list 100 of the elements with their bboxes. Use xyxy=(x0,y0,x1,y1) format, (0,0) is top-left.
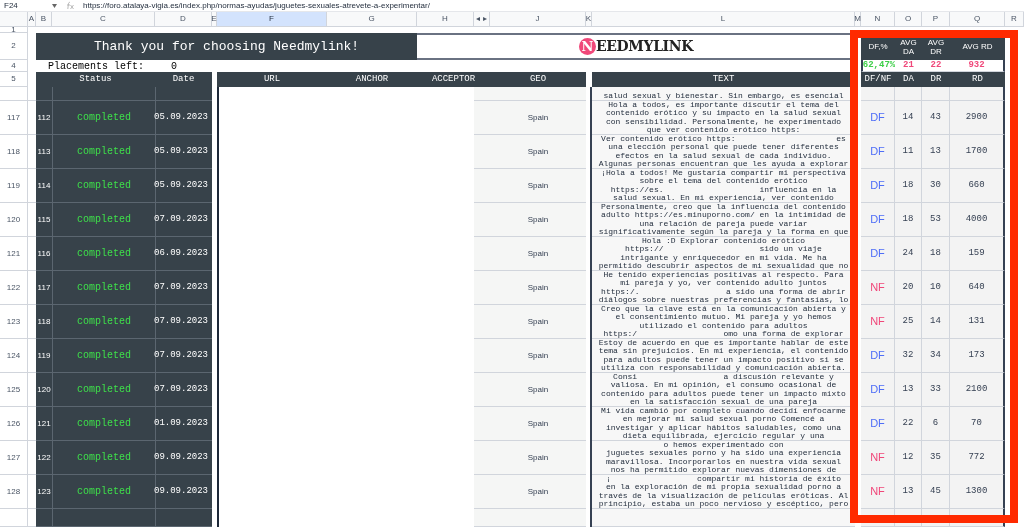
placements-label: Placements left: xyxy=(47,60,145,72)
summary-value: 932 xyxy=(968,61,985,70)
column-header: Status xyxy=(36,72,155,87)
geo-cell: Spain xyxy=(490,339,586,374)
column-letter[interactable]: R xyxy=(1005,12,1024,27)
row-number: 122 xyxy=(0,271,28,306)
row-number: 4 xyxy=(0,60,28,72)
link-type-cell: DF xyxy=(861,407,895,442)
link-type-cell: DF xyxy=(861,203,895,238)
rd-cell: 1300 xyxy=(950,475,1005,510)
dr-cell: 43 xyxy=(922,101,950,136)
column-header: GEO xyxy=(490,72,586,87)
status-cell: completed xyxy=(52,305,155,340)
rd-cell: 640 xyxy=(950,271,1005,306)
rd-cell: 4000 xyxy=(950,203,1005,238)
status-cell: completed xyxy=(52,271,155,306)
column-letter[interactable]: Q xyxy=(950,12,1005,27)
rd-cell: 2900 xyxy=(950,101,1005,136)
column-letter[interactable]: D xyxy=(155,12,212,27)
geo-cell: Spain xyxy=(490,203,586,238)
link-type-cell: DF xyxy=(861,373,895,408)
da-cell: 11 xyxy=(895,135,922,170)
geo-cell: Spain xyxy=(490,407,586,442)
status-cell: completed xyxy=(52,135,155,170)
date-cell: 07.09.2023 xyxy=(155,373,212,408)
dr-cell: 10 xyxy=(922,271,950,306)
column-header: DF/NF xyxy=(861,72,895,87)
row-number: 123 xyxy=(0,305,28,340)
column-letter[interactable]: M xyxy=(855,12,861,27)
geo-cell: Spain xyxy=(490,271,586,306)
column-letter[interactable]: K xyxy=(586,12,592,27)
row-number: 124 xyxy=(0,339,28,374)
rd-cell: 159 xyxy=(950,237,1005,272)
geo-cell: Spain xyxy=(490,237,586,272)
geo-cell: Spain xyxy=(490,169,586,204)
link-type-cell: NF xyxy=(861,475,895,510)
column-letter[interactable]: B xyxy=(36,12,52,27)
column-letter[interactable]: L xyxy=(592,12,855,27)
column-letter[interactable]: N xyxy=(861,12,895,27)
row-index: 116 xyxy=(36,237,52,272)
link-type-cell: DF xyxy=(861,237,895,272)
column-letter[interactable]: H xyxy=(417,12,474,27)
row-number: 1 xyxy=(0,27,28,33)
dr-cell: 34 xyxy=(922,339,950,374)
geo-cell: Spain xyxy=(490,373,586,408)
row-number: 127 xyxy=(0,441,28,476)
geo-cell: Spain xyxy=(490,101,586,136)
column-letter[interactable]: G xyxy=(327,12,417,27)
da-cell: 13 xyxy=(895,475,922,510)
column-letter[interactable]: O xyxy=(895,12,922,27)
summary-value: 22 xyxy=(930,61,942,70)
dr-cell: 45 xyxy=(922,475,950,510)
column-letter[interactable]: P xyxy=(922,12,950,27)
link-type-cell: DF xyxy=(861,135,895,170)
geo-cell: Spain xyxy=(490,475,586,510)
summary-value: 62,47% xyxy=(862,61,896,70)
rd-cell: 70 xyxy=(950,407,1005,442)
da-cell: 18 xyxy=(895,169,922,204)
row-number: 117 xyxy=(0,101,28,136)
dr-cell: 14 xyxy=(922,305,950,340)
row-index: 115 xyxy=(36,203,52,238)
row-index: 119 xyxy=(36,339,52,374)
status-cell: completed xyxy=(52,203,155,238)
dr-cell: 30 xyxy=(922,169,950,204)
geo-cell: Spain xyxy=(490,441,586,476)
row-number: 125 xyxy=(0,373,28,408)
da-cell: 18 xyxy=(895,203,922,238)
column-header: RD xyxy=(950,72,1005,87)
column-letter[interactable]: J xyxy=(490,12,586,27)
row-index: 112 xyxy=(36,101,52,136)
logo: N EEDMYLINK xyxy=(578,36,694,57)
row-number: 2 xyxy=(0,33,28,60)
column-header: ANCHOR xyxy=(327,72,417,87)
date-cell: 07.09.2023 xyxy=(155,203,212,238)
status-cell: completed xyxy=(52,237,155,272)
placements-value: 0 xyxy=(170,60,178,72)
column-letter[interactable]: ◂ ▸ xyxy=(474,12,490,27)
status-cell: completed xyxy=(52,101,155,136)
link-type-cell: DF xyxy=(861,169,895,204)
formula-text[interactable]: https://foro.atalaya-vigia.es/index.php/normas-ayudas/juguetes-sexuales-atrevete-a-experimentar/ xyxy=(83,0,430,12)
date-cell: 09.09.2023 xyxy=(155,475,212,510)
geo-cell: Spain xyxy=(490,305,586,340)
status-cell: completed xyxy=(52,407,155,442)
status-cell: completed xyxy=(52,339,155,374)
column-letter[interactable]: C xyxy=(52,12,155,27)
cell-reference[interactable]: F24 xyxy=(4,0,44,12)
rd-cell: 2100 xyxy=(950,373,1005,408)
status-cell: completed xyxy=(52,373,155,408)
rd-cell: 1700 xyxy=(950,135,1005,170)
column-letter[interactable]: F xyxy=(217,12,327,27)
da-cell: 32 xyxy=(895,339,922,374)
row-number: 118 xyxy=(0,135,28,170)
dr-cell: 53 xyxy=(922,203,950,238)
da-cell: 12 xyxy=(895,441,922,476)
da-cell: 22 xyxy=(895,407,922,442)
rd-cell: 772 xyxy=(950,441,1005,476)
row-number: 128 xyxy=(0,475,28,510)
column-letter[interactable]: A xyxy=(28,12,36,27)
row-index: 118 xyxy=(36,305,52,340)
rd-cell: 660 xyxy=(950,169,1005,204)
